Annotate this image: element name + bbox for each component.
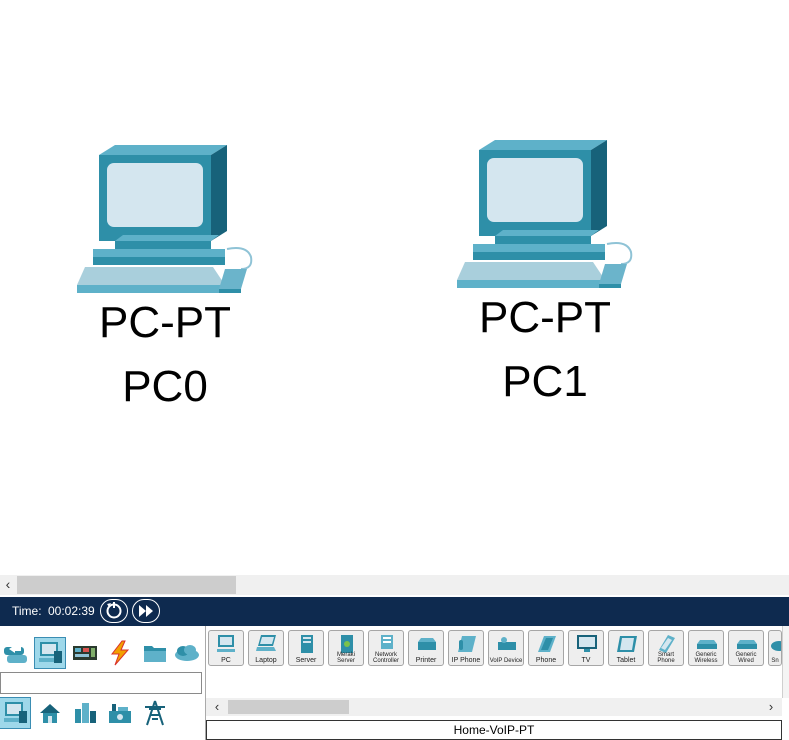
category-network-devices[interactable] [0, 638, 30, 668]
category-miscellaneous[interactable] [140, 638, 170, 668]
miscellaneous-icon [144, 646, 166, 662]
device-item-label: Phone [535, 657, 557, 664]
fast-forward-time-button[interactable] [132, 599, 160, 623]
subcategory-home[interactable] [35, 698, 65, 728]
industrial-icon [109, 704, 131, 723]
power-grid-icon [145, 700, 165, 726]
laptop-icon [256, 635, 276, 651]
network-devices-icon [4, 645, 27, 663]
pc-icon [217, 635, 235, 652]
device-item-voip-device[interactable]: VoIP Device [488, 630, 524, 666]
device-name-label: PC0 [122, 362, 208, 411]
device-item-generic-wired[interactable]: Generic Wired [728, 630, 764, 666]
device-item-sniffer[interactable]: Sn [768, 630, 782, 666]
generic-wireless-icon [697, 640, 717, 649]
device-list-panel: PC Laptop Server Meraki Server Network C… [205, 626, 789, 740]
power-cycle-devices-button[interactable] [100, 599, 128, 623]
connections-icon [110, 640, 130, 666]
device-item-printer[interactable]: Printer [408, 630, 444, 666]
realtime-bar: Time: 00:02:39 [0, 597, 789, 626]
time-value: 00:02:39 [48, 604, 95, 618]
generic-wired-icon [737, 640, 757, 649]
device-pc0[interactable]: PC-PT PC0 [75, 145, 295, 425]
device-item-label: Server [295, 657, 317, 664]
subcategory-industrial[interactable] [105, 698, 135, 728]
voip-device-icon [498, 637, 516, 650]
device-item-laptop[interactable]: Laptop [248, 630, 284, 666]
device-item-label: Network Controller [372, 652, 399, 664]
device-list-vertical-scrollbar[interactable] [782, 626, 789, 698]
device-list-horizontal-scrollbar[interactable]: ‹ › [206, 698, 782, 716]
device-item-label: Tablet [616, 657, 636, 664]
network-controller-icon [381, 635, 393, 649]
subcategory-power-grid[interactable] [140, 698, 170, 728]
device-item-label: Printer [415, 657, 437, 664]
power-cycle-icon [106, 602, 122, 619]
device-item-label: Laptop [255, 657, 277, 664]
category-components[interactable] [70, 638, 100, 668]
ip-phone-icon [458, 636, 476, 652]
subcategory-smart-city[interactable] [70, 698, 100, 728]
device-item-ip-phone[interactable]: IP Phone [448, 630, 484, 666]
selected-device-name: Home-VoIP-PT [206, 720, 782, 740]
device-item-label: PC [221, 657, 231, 664]
phone-icon [538, 636, 556, 652]
device-model-label: PC-PT [479, 293, 611, 342]
device-item-generic-wireless[interactable]: Generic Wireless [688, 630, 724, 666]
category-multiuser[interactable] [172, 638, 202, 668]
packet-tracer-window: PC-PT PC0 PC-PT PC1 ‹ Time: 00:02:39 PC … [0, 0, 789, 740]
device-item-network-controller[interactable]: Network Controller [368, 630, 404, 666]
sniffer-icon [771, 641, 781, 651]
device-item-smart-phone[interactable]: Smart Phone [648, 630, 684, 666]
printer-icon [418, 638, 436, 650]
device-item-label: Meraki Server [336, 652, 355, 664]
end-devices-icon [39, 642, 62, 663]
components-icon [73, 646, 97, 660]
device-item-label: Sn [771, 658, 779, 664]
tv-icon [577, 635, 597, 652]
device-pc1[interactable]: PC-PT PC1 [455, 140, 675, 420]
meraki-server-icon [341, 635, 353, 653]
time-label: Time: [12, 604, 42, 618]
device-item-phone[interactable]: Phone [528, 630, 564, 666]
workspace-horizontal-scrollbar[interactable]: ‹ [0, 575, 789, 595]
scroll-right-arrow-icon[interactable]: › [762, 698, 780, 716]
scroll-left-arrow-icon[interactable]: ‹ [0, 575, 16, 595]
device-model-label: PC-PT [99, 298, 231, 347]
pc-device-icon [77, 145, 253, 293]
device-item-label: VoIP Device [489, 658, 523, 664]
device-item-tv[interactable]: TV [568, 630, 604, 666]
scrollbar-thumb[interactable] [17, 576, 236, 594]
device-item-label: Generic Wired [735, 652, 757, 664]
device-name-label: PC1 [502, 357, 588, 406]
smart-phone-icon [659, 635, 675, 653]
scroll-left-arrow-icon[interactable]: ‹ [208, 698, 226, 716]
device-item-pc[interactable]: PC [208, 630, 244, 666]
device-item-label: TV [581, 657, 591, 664]
device-item-tablet[interactable]: Tablet [608, 630, 644, 666]
smart-city-icon [75, 703, 96, 723]
category-connections[interactable] [105, 638, 135, 668]
multiuser-cloud-icon [175, 645, 199, 661]
device-item-meraki-server[interactable]: Meraki Server [328, 630, 364, 666]
device-item-label: Smart Phone [657, 652, 675, 664]
home-icon [40, 704, 60, 723]
fast-forward-icon [139, 605, 153, 617]
category-end-devices[interactable] [34, 637, 66, 669]
end-devices-sub-icon [4, 702, 27, 723]
device-item-label: IP Phone [451, 657, 481, 664]
subcategory-end-devices[interactable] [0, 697, 31, 729]
device-item-label: Generic Wireless [694, 652, 718, 664]
tablet-icon [617, 636, 637, 652]
device-item-server[interactable]: Server [288, 630, 324, 666]
category-search-field[interactable] [0, 672, 202, 694]
device-type-palette [0, 626, 205, 740]
logical-workspace[interactable]: PC-PT PC0 PC-PT PC1 [0, 0, 789, 575]
scrollbar-thumb[interactable] [228, 700, 349, 714]
pc-device-icon [457, 140, 633, 288]
server-icon [301, 635, 313, 653]
